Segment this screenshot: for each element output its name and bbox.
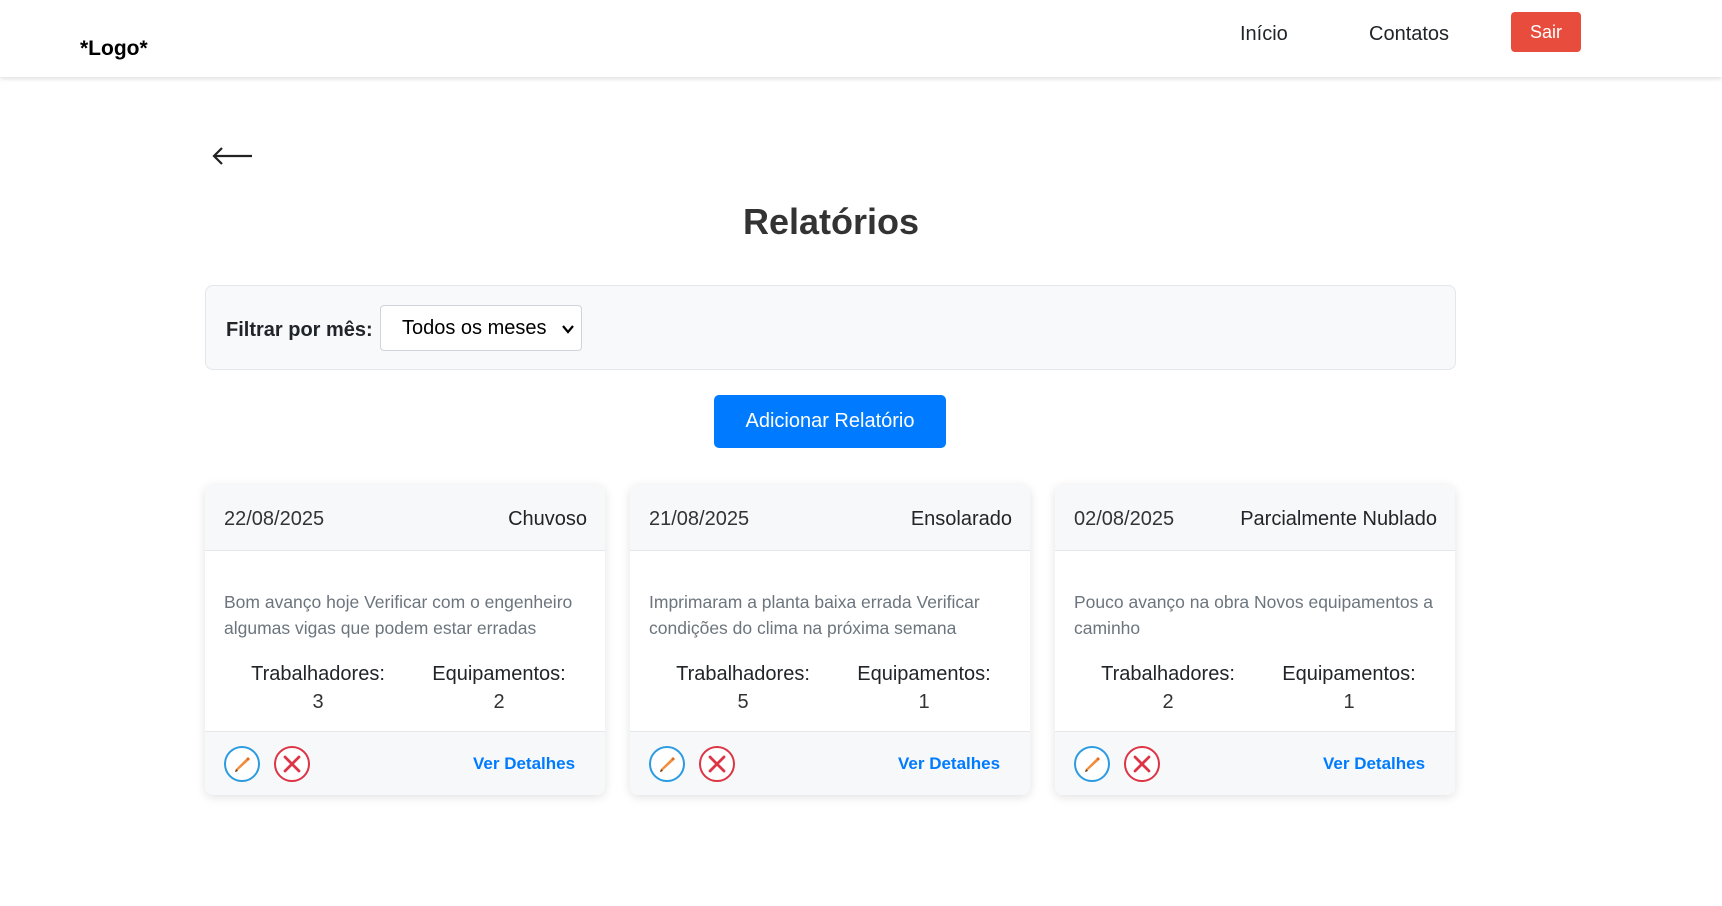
equipment-stat: Equipamentos: 1 [839, 661, 1009, 715]
card-footer: Ver Detalhes [1055, 731, 1455, 795]
view-details-link[interactable]: Ver Detalhes [898, 754, 1000, 774]
report-card: 21/08/2025 Ensolarado Imprimaram a plant… [630, 485, 1030, 795]
logout-button[interactable]: Sair [1511, 12, 1581, 52]
pencil-icon [1085, 757, 1100, 772]
nav-link-contatos[interactable]: Contatos [1369, 23, 1449, 46]
workers-value: 3 [312, 691, 324, 713]
navbar: *Logo* Início Contatos Sair [0, 0, 1722, 77]
equipment-value: 1 [1343, 691, 1355, 713]
close-icon [283, 755, 301, 773]
logo: *Logo* [80, 37, 148, 60]
workers-stat: Trabalhadores: 2 [1083, 661, 1253, 715]
nav-link-inicio[interactable]: Início [1240, 23, 1288, 46]
workers-label: Trabalhadores: [251, 663, 385, 685]
month-select[interactable]: Todos os meses [380, 305, 582, 351]
equipment-label: Equipamentos: [857, 663, 991, 685]
equipment-value: 2 [493, 691, 505, 713]
report-description: Bom avanço hoje Verificar com o engenhei… [224, 592, 573, 638]
equipment-value: 1 [918, 691, 930, 713]
card-header: 22/08/2025 Chuvoso [205, 485, 605, 551]
equipment-stat: Equipamentos: 1 [1264, 661, 1434, 715]
workers-label: Trabalhadores: [1101, 663, 1235, 685]
report-date: 02/08/2025 [1074, 508, 1175, 530]
edit-button[interactable] [1074, 746, 1110, 782]
edit-button[interactable] [224, 746, 260, 782]
report-weather: Chuvoso [508, 508, 587, 530]
report-card: 22/08/2025 Chuvoso Bom avanço hoje Verif… [205, 485, 605, 795]
add-report-button[interactable]: Adicionar Relatório [714, 395, 946, 448]
month-select-value: Todos os meses [402, 317, 547, 339]
report-description: Imprimaram a planta baixa errada Verific… [649, 592, 980, 638]
workers-value: 2 [1162, 691, 1174, 713]
card-footer: Ver Detalhes [205, 731, 605, 795]
back-button[interactable] [210, 136, 254, 176]
filter-panel: Filtrar por mês: Todos os meses [205, 285, 1456, 370]
report-cards: 22/08/2025 Chuvoso Bom avanço hoje Verif… [205, 485, 1456, 795]
close-icon [708, 755, 726, 773]
view-details-link[interactable]: Ver Detalhes [1323, 754, 1425, 774]
report-card: 02/08/2025 Parcialmente Nublado Pouco av… [1055, 485, 1455, 795]
report-date: 21/08/2025 [649, 508, 750, 530]
edit-button[interactable] [649, 746, 685, 782]
report-date: 22/08/2025 [224, 508, 325, 530]
arrow-left-icon [212, 147, 252, 165]
equipment-stat: Equipamentos: 2 [414, 661, 584, 715]
report-weather: Ensolarado [910, 508, 1012, 530]
delete-button[interactable] [699, 746, 735, 782]
equipment-label: Equipamentos: [1282, 663, 1416, 685]
pencil-icon [660, 757, 675, 772]
workers-value: 5 [737, 691, 749, 713]
workers-stat: Trabalhadores: 5 [658, 661, 828, 715]
delete-button[interactable] [1124, 746, 1160, 782]
delete-button[interactable] [274, 746, 310, 782]
equipment-label: Equipamentos: [432, 663, 566, 685]
close-icon [1133, 755, 1151, 773]
workers-label: Trabalhadores: [676, 663, 810, 685]
card-header: 21/08/2025 Ensolarado [630, 485, 1030, 551]
view-details-link[interactable]: Ver Detalhes [473, 754, 575, 774]
workers-stat: Trabalhadores: 3 [233, 661, 403, 715]
pencil-icon [235, 757, 250, 772]
chevron-down-icon [562, 325, 574, 334]
card-footer: Ver Detalhes [630, 731, 1030, 795]
card-header: 02/08/2025 Parcialmente Nublado [1055, 485, 1455, 551]
report-weather: Parcialmente Nublado [1240, 508, 1437, 530]
report-description: Pouco avanço na obra Novos equipamentos … [1074, 592, 1433, 638]
page-title: Relatórios [742, 201, 920, 242]
filter-label: Filtrar por mês: [226, 319, 373, 341]
